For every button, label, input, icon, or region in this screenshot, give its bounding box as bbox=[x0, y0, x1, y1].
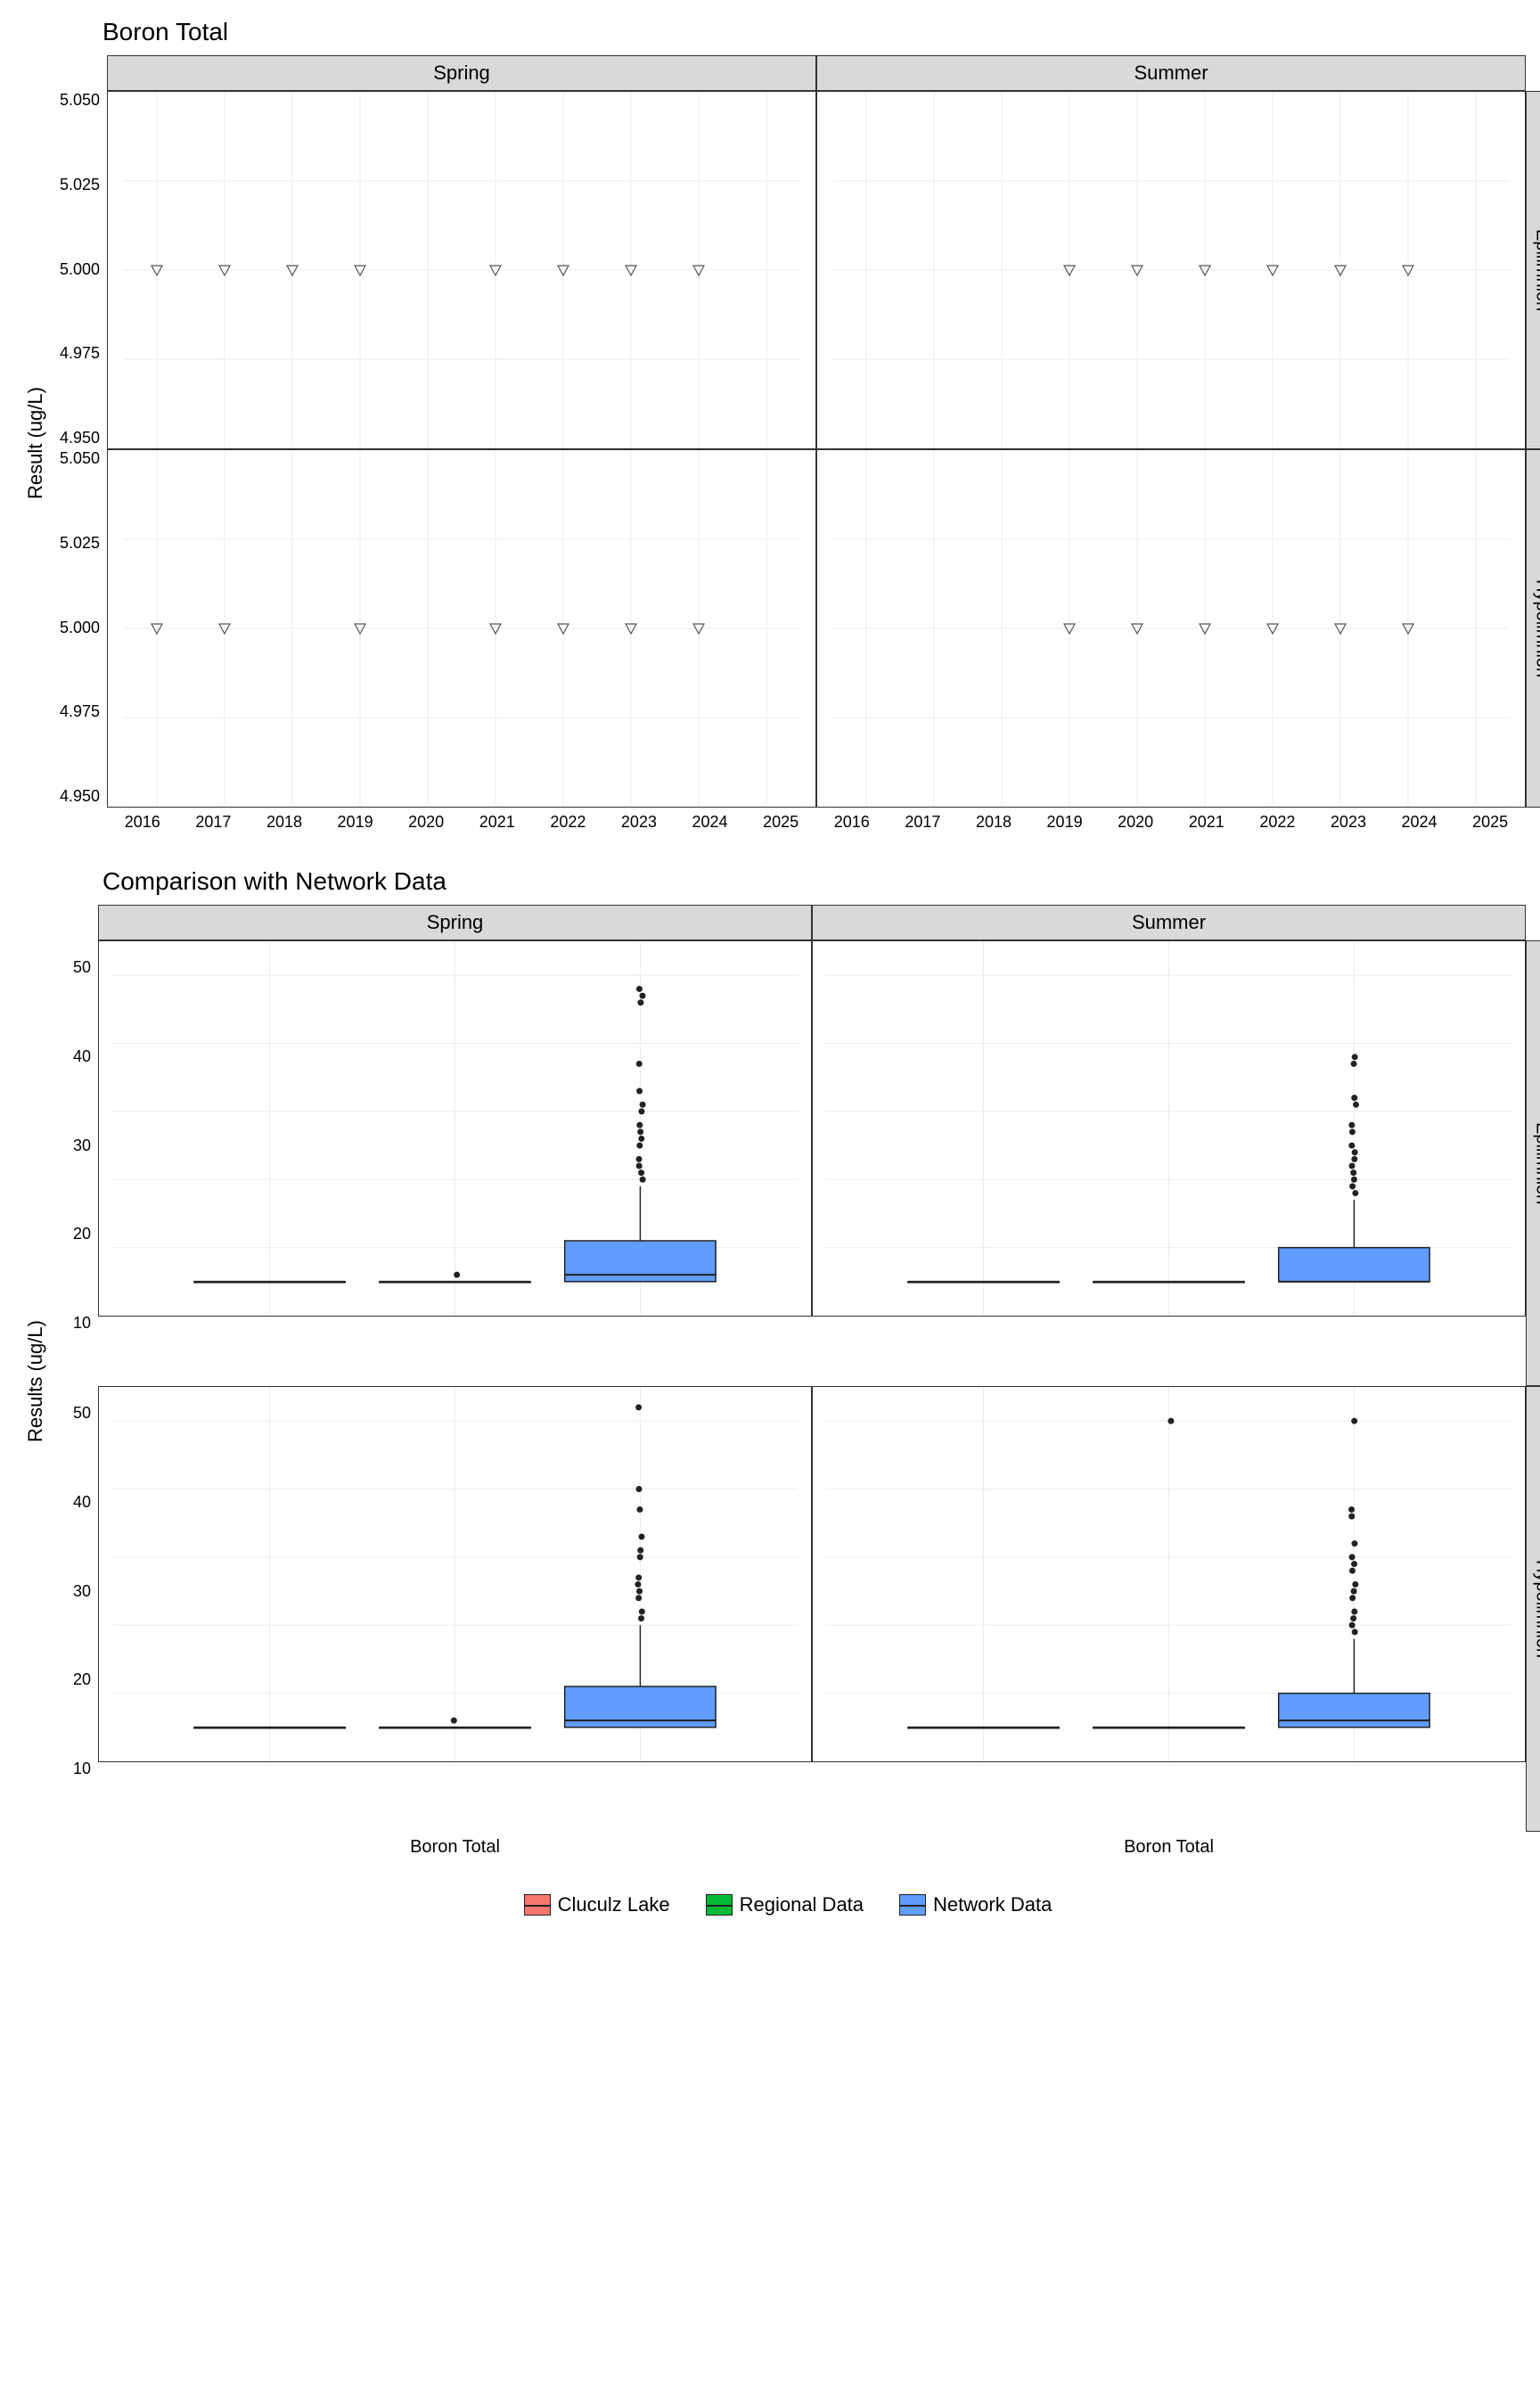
panel-summer-hypo-box bbox=[812, 1386, 1526, 1762]
y-axis-label: Results (ug/L) bbox=[18, 905, 53, 1858]
panel-summer-epi-box bbox=[812, 940, 1526, 1317]
comparison-chart: Comparison with Network Data Results (ug… bbox=[18, 867, 1540, 1858]
x-ticks: 2016201720182019202020212022202320242025 bbox=[107, 808, 816, 832]
legend-label: Cluculz Lake bbox=[558, 1893, 670, 1916]
facet-row-hypo: Hypolimnion bbox=[1526, 449, 1540, 808]
y-axis-label: Result (ug/L) bbox=[18, 55, 53, 832]
legend-label: Network Data bbox=[933, 1893, 1052, 1916]
x-category: Boron Total bbox=[98, 1832, 812, 1858]
facet-col-summer: Summer bbox=[812, 905, 1526, 940]
legend-swatch-icon bbox=[899, 1894, 926, 1916]
facet-row-epi: Epilimnion bbox=[1526, 91, 1540, 449]
y-ticks: 5040302010 bbox=[53, 940, 98, 1386]
legend: Cluculz Lake Regional Data Network Data bbox=[18, 1893, 1540, 1916]
facet-row-epi: Epilimnion bbox=[1526, 940, 1540, 1386]
facet-col-spring: Spring bbox=[98, 905, 812, 940]
x-category: Boron Total bbox=[812, 1832, 1526, 1858]
panel-spring-epi-box bbox=[98, 940, 812, 1317]
chart-title: Boron Total bbox=[102, 18, 1540, 46]
boron-total-chart: Boron Total Result (ug/L) Spring Summer … bbox=[18, 18, 1540, 832]
panel-spring-hypo bbox=[107, 449, 816, 808]
y-ticks: 5.0505.0255.0004.9754.950 bbox=[53, 91, 107, 447]
facet-col-spring: Spring bbox=[107, 55, 816, 91]
legend-item-regional: Regional Data bbox=[706, 1893, 864, 1916]
panel-summer-hypo bbox=[816, 449, 1526, 808]
legend-label: Regional Data bbox=[740, 1893, 864, 1916]
x-ticks: 2016201720182019202020212022202320242025 bbox=[816, 808, 1526, 832]
y-ticks: 5.0505.0255.0004.9754.950 bbox=[53, 449, 107, 806]
y-ticks: 5040302010 bbox=[53, 1386, 98, 1832]
legend-swatch-icon bbox=[706, 1894, 733, 1916]
panel-spring-hypo-box bbox=[98, 1386, 812, 1762]
panel-summer-epi bbox=[816, 91, 1526, 449]
legend-item-cluculz: Cluculz Lake bbox=[524, 1893, 670, 1916]
legend-item-network: Network Data bbox=[899, 1893, 1052, 1916]
legend-swatch-icon bbox=[524, 1894, 551, 1916]
panel-spring-epi bbox=[107, 91, 816, 449]
facet-col-summer: Summer bbox=[816, 55, 1526, 91]
facet-row-hypo: Hypolimnion bbox=[1526, 1386, 1540, 1832]
chart-title: Comparison with Network Data bbox=[102, 867, 1540, 896]
